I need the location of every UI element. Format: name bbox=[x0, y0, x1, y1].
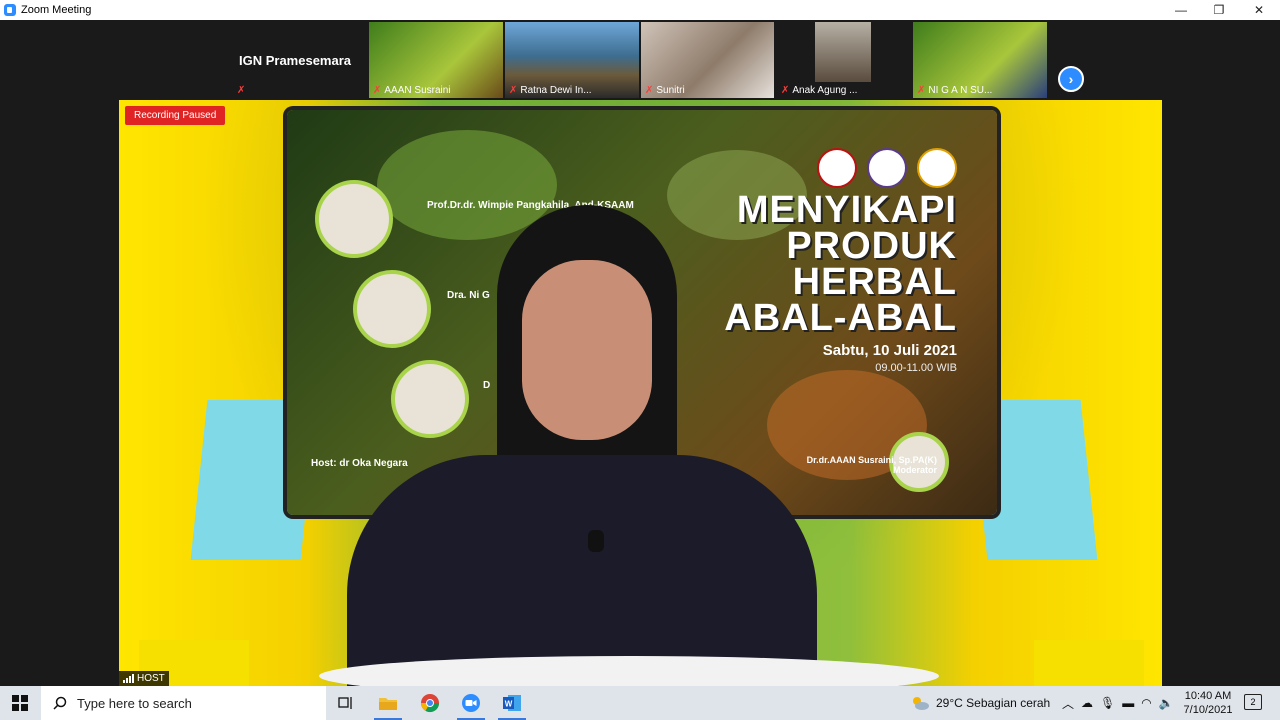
participant-label: ✗ Anak Agung ... bbox=[781, 85, 857, 96]
muted-mic-icon: ✗ bbox=[917, 85, 926, 96]
participant-label: ✗ AAAN Susraini bbox=[373, 85, 451, 96]
word-taskbar-button[interactable]: W bbox=[492, 686, 532, 720]
next-page-button[interactable]: › bbox=[1058, 66, 1084, 92]
participant-label: ✗ NI G A N SU... bbox=[917, 85, 992, 96]
presenter bbox=[347, 205, 817, 686]
host-label: HOST bbox=[137, 673, 165, 684]
wifi-icon[interactable]: ◠ bbox=[1141, 696, 1151, 710]
participant-name: Sunitri bbox=[656, 85, 685, 96]
chrome-button[interactable] bbox=[410, 686, 450, 720]
studio-pedestal-right bbox=[1034, 640, 1144, 686]
participant-tile[interactable]: ✗ Sunitri bbox=[641, 22, 774, 98]
weather-partly-cloudy-icon bbox=[913, 697, 929, 710]
host-badge: HOST bbox=[119, 671, 169, 686]
clock-time: 10:40 AM bbox=[1184, 690, 1232, 702]
participant-video bbox=[815, 22, 871, 82]
taskbar-clock[interactable]: 10:40 AM 7/10/2021 bbox=[1178, 689, 1238, 717]
organization-logo bbox=[867, 148, 907, 188]
organization-logo bbox=[917, 148, 957, 188]
participant-tile[interactable]: ✗ AAAN Susraini bbox=[369, 22, 503, 98]
clock-date: 7/10/2021 bbox=[1183, 704, 1233, 716]
participant-name: AAAN Susraini bbox=[384, 85, 451, 96]
microphone bbox=[588, 530, 604, 552]
windows-taskbar: Type here to search W 29°C Sebagian cera… bbox=[0, 686, 1280, 720]
microphone-icon[interactable]: 🎙 bbox=[1100, 696, 1115, 710]
system-tray: ︿ ☁ 🎙 ▬ ◠ 🔈 bbox=[1062, 686, 1174, 720]
presenter-body bbox=[347, 455, 817, 686]
svg-text:W: W bbox=[505, 700, 513, 709]
participant-label: ✗ Sunitri bbox=[645, 85, 685, 96]
muted-mic-icon: ✗ bbox=[237, 85, 246, 96]
close-button[interactable]: ✕ bbox=[1240, 0, 1278, 20]
minimize-button[interactable]: — bbox=[1162, 0, 1200, 20]
participant-tile[interactable]: ✗ NI G A N SU... bbox=[913, 22, 1047, 98]
moderator-info: Dr.dr.AAAN Susraini, Sp.PA(K) Moderator bbox=[807, 455, 937, 475]
moderator-name: Dr.dr.AAAN Susraini, Sp.PA(K) bbox=[806, 455, 937, 465]
event-date: Sabtu, 10 Juli 2021 bbox=[822, 342, 957, 359]
onedrive-cloud-icon[interactable]: ☁ bbox=[1081, 696, 1093, 710]
weather-text: 29°C Sebagian cerah bbox=[936, 696, 1051, 710]
windows-logo-icon bbox=[12, 695, 28, 711]
notification-center-icon[interactable]: 2 bbox=[1244, 694, 1262, 710]
presenter-face bbox=[522, 260, 652, 440]
taskbar-search-box[interactable]: Type here to search bbox=[41, 686, 326, 720]
moderator-role: Moderator bbox=[892, 465, 937, 475]
signal-strength-icon bbox=[123, 674, 134, 683]
active-speaker-video[interactable]: MENYIKAPI PRODUK HERBAL ABAL-ABAL Sabtu,… bbox=[119, 100, 1162, 686]
participant-gallery-strip: IGN Pramesemara ✗ ✗ AAAN Susraini ✗ Ratna … bbox=[0, 20, 1280, 100]
participant-name: NI G A N SU... bbox=[928, 85, 993, 96]
battery-icon[interactable]: ▬ bbox=[1122, 696, 1134, 710]
task-view-icon bbox=[338, 697, 352, 709]
participant-name: Ratna Dewi In... bbox=[520, 85, 592, 96]
participant-tile[interactable]: ✗ Ratna Dewi In... bbox=[505, 22, 639, 98]
participant-label: ✗ Ratna Dewi In... bbox=[509, 85, 592, 96]
zoom-taskbar-button[interactable] bbox=[451, 686, 491, 720]
muted-mic-icon: ✗ bbox=[373, 85, 382, 96]
window-title-bar[interactable]: Zoom Meeting — ❐ ✕ bbox=[0, 0, 1280, 20]
search-placeholder: Type here to search bbox=[77, 695, 192, 711]
participant-tile[interactable]: ✗ Anak Agung ... bbox=[777, 22, 911, 98]
word-icon: W bbox=[503, 695, 521, 711]
search-icon bbox=[53, 696, 67, 710]
show-hidden-icons-icon[interactable]: ︿ bbox=[1062, 695, 1074, 712]
recording-paused-badge[interactable]: Recording Paused bbox=[125, 106, 226, 125]
event-time: 09.00-11.00 WIB bbox=[875, 362, 957, 374]
window-title: Zoom Meeting bbox=[21, 4, 92, 16]
organization-logo bbox=[817, 148, 857, 188]
participant-status: ✗ bbox=[237, 85, 245, 96]
muted-mic-icon: ✗ bbox=[645, 85, 654, 96]
start-button[interactable] bbox=[0, 686, 40, 720]
weather-widget[interactable]: 29°C Sebagian cerah bbox=[910, 686, 1050, 720]
task-view-button[interactable] bbox=[326, 686, 366, 720]
muted-mic-icon: ✗ bbox=[781, 85, 790, 96]
maximize-button[interactable]: ❐ bbox=[1200, 0, 1238, 20]
muted-mic-icon: ✗ bbox=[509, 85, 518, 96]
volume-icon[interactable]: 🔈 bbox=[1159, 696, 1174, 710]
file-explorer-button[interactable] bbox=[368, 686, 408, 720]
participant-name: Anak Agung ... bbox=[792, 85, 858, 96]
participant-tile[interactable]: IGN Pramesemara ✗ bbox=[233, 22, 367, 98]
folder-icon bbox=[379, 698, 397, 710]
zoom-icon bbox=[462, 694, 480, 712]
zoom-app-icon bbox=[4, 4, 16, 16]
chrome-icon bbox=[421, 694, 439, 713]
banner-logos bbox=[817, 148, 957, 188]
participant-name: IGN Pramesemara bbox=[239, 53, 352, 68]
